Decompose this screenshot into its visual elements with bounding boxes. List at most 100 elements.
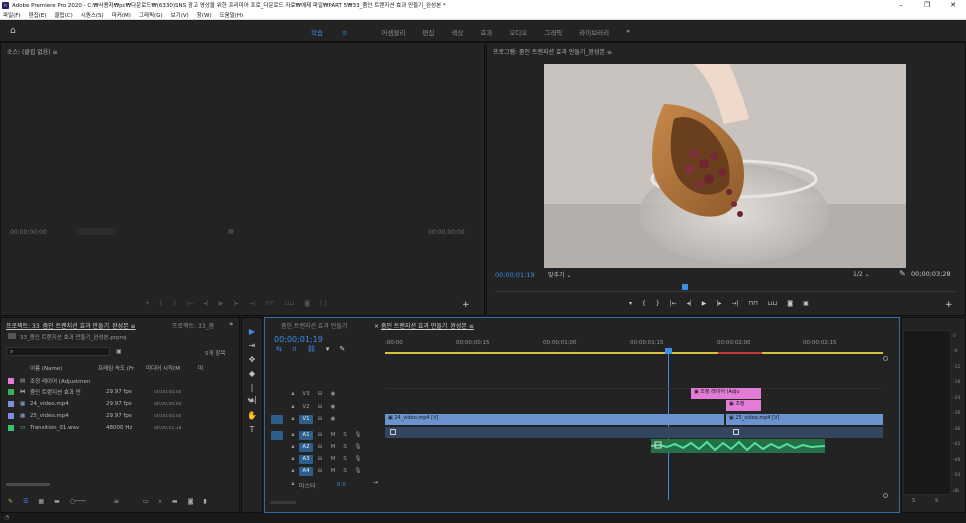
master-volume[interactable]: 0.0 <box>337 482 346 488</box>
workspace-tab-learn[interactable]: 학습 ≡ <box>311 27 365 37</box>
solo-button[interactable]: S <box>339 443 351 452</box>
mark-in-icon[interactable]: { <box>159 300 163 307</box>
step-forward-icon[interactable]: |▸ <box>716 300 721 307</box>
go-to-out-icon[interactable]: →| <box>731 300 738 307</box>
audio-clip-transition-wav[interactable] <box>651 439 825 453</box>
slip-tool-icon[interactable]: |↔| <box>246 382 258 404</box>
column-name[interactable]: 이름 (Name) <box>6 364 98 374</box>
maximize-button[interactable]: ❐ <box>914 0 940 10</box>
column-frame-rate[interactable]: 프레임 속도 (Fr <box>98 364 146 374</box>
wrench-icon[interactable]: ✎ <box>339 345 345 353</box>
source-patch-v1[interactable] <box>271 415 283 424</box>
track-label-v2[interactable]: V2 <box>300 403 312 412</box>
new-bin-icon[interactable]: ▬ <box>172 498 178 506</box>
ripple-edit-tool-icon[interactable]: ✥ <box>246 354 258 366</box>
lock-icon[interactable]: 🔒︎ <box>287 415 299 424</box>
label-color-swatch[interactable] <box>8 389 14 395</box>
source-fit-dropdown[interactable] <box>76 228 116 235</box>
work-area-bar[interactable] <box>385 352 883 354</box>
lock-icon[interactable]: 🔒︎ <box>287 403 299 412</box>
menu-help[interactable]: 도움말(H) <box>220 11 244 19</box>
mute-button[interactable]: M <box>327 431 339 440</box>
play-icon[interactable]: ▶ <box>702 300 707 307</box>
adjustment-layer-clip[interactable]: ▣ 조정 <box>726 400 761 411</box>
workspace-tab-color[interactable]: 색상 <box>451 27 463 37</box>
linked-audio-lane[interactable] <box>385 427 883 438</box>
sort-icon[interactable]: ≡ <box>114 498 119 506</box>
menu-graphics[interactable]: 그래픽(G) <box>139 11 163 19</box>
program-fit-dropdown[interactable]: 맞추기 ⌄ <box>548 270 572 279</box>
linked-selection-icon[interactable]: ⛓ <box>307 345 316 353</box>
step-forward-icon[interactable]: |▸ <box>233 300 238 307</box>
menu-clip[interactable]: 클립(C) <box>54 11 72 19</box>
track-label-a2[interactable]: A2 <box>299 443 313 452</box>
step-back-icon[interactable]: ◂| <box>687 300 692 307</box>
mute-button[interactable]: M <box>327 443 339 452</box>
source-settings-icon[interactable]: ▦ <box>228 228 234 235</box>
sync-lock-icon[interactable]: ⊟ <box>314 403 326 412</box>
vertical-scroll-handle[interactable] <box>883 356 888 361</box>
eye-icon[interactable]: ◉ <box>327 390 339 399</box>
column-extra[interactable]: 미 <box>198 364 208 374</box>
microphone-icon[interactable]: 🎙︎ <box>352 467 364 476</box>
label-color-swatch[interactable] <box>8 425 14 431</box>
project-row[interactable]: ▤ 조정 레이어 (Adjustmen <box>8 376 230 386</box>
zoom-slider[interactable]: ○─── <box>70 498 86 506</box>
program-ruler[interactable] <box>495 291 955 292</box>
microphone-icon[interactable]: 🎙︎ <box>352 455 364 464</box>
freeform-view-icon[interactable]: ▬ <box>54 498 60 506</box>
workspace-tab-assembly[interactable]: 어셈블리 <box>382 27 406 37</box>
vertical-scroll-handle[interactable] <box>883 493 888 498</box>
program-playhead[interactable] <box>682 284 688 290</box>
sync-lock-icon[interactable]: ⊟ <box>314 431 326 440</box>
overwrite-icon[interactable]: ⊔⊔ <box>285 300 294 307</box>
lock-icon[interactable]: 🔒︎ <box>287 443 299 452</box>
snap-icon[interactable]: ∩ <box>292 345 297 353</box>
eye-icon[interactable]: ◉ <box>327 415 339 424</box>
export-frame-icon[interactable]: ◙ <box>787 300 793 307</box>
new-item-icon[interactable]: ◙ <box>188 498 194 506</box>
insert-icon[interactable]: ⊓⊓ <box>266 300 275 307</box>
project-row[interactable]: ▦ 24_video.mp4 29.97 fps 00;00;00;00 <box>8 399 230 409</box>
solo-left-button[interactable]: S <box>912 498 915 504</box>
go-to-out-icon[interactable]: →| <box>248 300 255 307</box>
project-more-button[interactable]: » <box>229 320 233 328</box>
pen-tool-icon[interactable]: ✒ <box>246 396 258 408</box>
menu-sequence[interactable]: 시퀀스(S) <box>81 11 104 19</box>
eye-icon[interactable]: ◉ <box>327 403 339 412</box>
label-color-swatch[interactable] <box>8 401 14 407</box>
track-label-v1[interactable]: V1 <box>299 415 313 424</box>
project-tab-2[interactable]: 프로젝트: 33_줌 <box>172 321 214 330</box>
project-row[interactable]: ▦ 25_video.mp4 29.97 fps 00;00;00;00 <box>8 411 230 421</box>
mute-button[interactable]: M <box>327 467 339 476</box>
program-monitor-title[interactable]: 프로그램: 줌인 트랜지션 효과 만들기_완성본 ≡ <box>493 47 612 56</box>
track-label-a3[interactable]: A3 <box>299 455 313 464</box>
hand-tool-icon[interactable]: ✋ <box>246 410 258 422</box>
wrench-icon[interactable]: ✎ <box>899 269 906 278</box>
comparison-view-icon[interactable]: ▣ <box>803 300 809 307</box>
workspace-menu-icon[interactable]: ≡ <box>342 29 347 37</box>
automate-icon[interactable]: ▭ <box>143 498 149 506</box>
trash-icon[interactable]: ▮ <box>203 498 206 506</box>
timeline-timecode[interactable]: 00;00;01;19 <box>274 335 323 344</box>
menu-file[interactable]: 파일(F) <box>3 11 21 19</box>
track-label-a1[interactable]: A1 <box>299 431 313 440</box>
marker-icon[interactable]: ▾ <box>629 300 632 307</box>
label-color-swatch[interactable] <box>8 378 14 384</box>
microphone-icon[interactable]: 🎙︎ <box>352 443 364 452</box>
timeline-tab-2[interactable]: × 줌인 트랜지션 효과 만들기_완성본 ≡ <box>374 321 474 330</box>
sync-lock-icon[interactable]: ⊟ <box>314 443 326 452</box>
extract-icon[interactable]: ⊔⊔ <box>768 300 777 307</box>
keyframe-icon[interactable] <box>733 429 739 435</box>
go-to-in-icon[interactable]: |← <box>670 300 677 307</box>
solo-button[interactable]: S <box>339 455 351 464</box>
timeline-zoom-scrollbar[interactable] <box>270 501 296 504</box>
workspace-more-button[interactable]: » <box>626 27 630 37</box>
sync-lock-icon[interactable]: ⊟ <box>314 455 326 464</box>
add-marker-icon[interactable]: ▾ <box>326 345 330 353</box>
type-tool-icon[interactable]: T <box>246 424 258 436</box>
workspace-tab-graphics[interactable]: 그래픽 <box>544 27 562 37</box>
solo-right-button[interactable]: S <box>935 498 938 504</box>
workspace-tab-audio[interactable]: 오디오 <box>509 27 527 37</box>
project-scrollbar[interactable] <box>6 483 50 486</box>
